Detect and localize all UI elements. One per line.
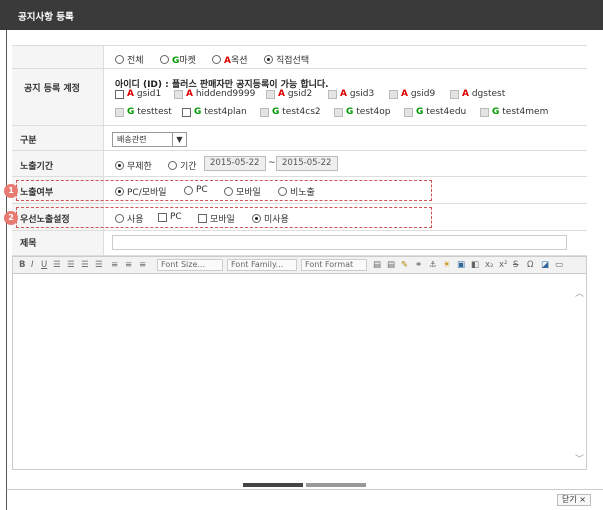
period-unlimited-radio[interactable]: 무제한 <box>115 159 152 172</box>
picture-icon[interactable]: ▣ <box>457 260 465 270</box>
align-justify-icon[interactable]: ☰ <box>95 260 103 270</box>
code-icon[interactable]: ◧ <box>471 260 479 270</box>
align-center-icon[interactable]: ☰ <box>67 260 75 270</box>
window-titlebar: 공지사항 등록 <box>0 0 603 30</box>
account-checkbox-testtest[interactable]: G testtest <box>115 107 172 118</box>
account-checkbox-gsid2[interactable]: A gsid2 <box>266 89 312 100</box>
bold-icon[interactable]: B <box>19 260 25 270</box>
exposure-badge: 1 <box>4 184 18 198</box>
numbered-list-2-icon[interactable]: ≡ <box>139 260 146 270</box>
account-checkbox-test4plan[interactable]: G test4plan <box>182 107 247 118</box>
indent-icon[interactable]: ▤ <box>373 260 381 270</box>
font-format-select[interactable]: Font Format <box>301 259 367 271</box>
subject-row: 제목 <box>12 231 587 256</box>
bottom-indicator[interactable] <box>306 483 366 487</box>
period-end-date[interactable]: 2015-05-22 <box>276 156 338 171</box>
account-checkbox-gsid1[interactable]: A gsid1 <box>115 89 161 100</box>
font-family-select[interactable]: Font Family... <box>227 259 297 271</box>
scroll-up-icon[interactable]: ︿ <box>575 286 584 299</box>
subject-input[interactable] <box>112 235 567 250</box>
period-label: 노출기간 <box>20 162 54 172</box>
html-icon[interactable]: ▭ <box>555 260 563 270</box>
clear-format-icon[interactable]: ◪ <box>541 260 549 270</box>
underline-icon[interactable]: U <box>41 260 47 270</box>
target-gmarket-radio[interactable]: G마켓 <box>160 53 196 66</box>
numbered-list-icon[interactable]: ≡ <box>125 260 132 270</box>
account-checkbox-gsid9[interactable]: A gsid9 <box>389 89 435 100</box>
account-checkbox-test4op[interactable]: G test4op <box>334 107 391 118</box>
editor-area[interactable]: ︿ ﹀ <box>12 274 587 470</box>
link-icon[interactable]: ✎ <box>401 260 408 270</box>
target-direct-radio[interactable]: 직접선택 <box>264 53 309 66</box>
footer-bar <box>6 489 603 510</box>
image-icon[interactable]: ☀ <box>443 260 451 270</box>
period-start-date[interactable]: 2015-05-22 <box>204 156 266 171</box>
unlink-icon[interactable]: ⚭ <box>415 260 422 270</box>
category-label: 구분 <box>20 136 37 146</box>
anchor-icon[interactable]: ⚓ <box>429 260 437 270</box>
account-row: 공지 등록 계정 아이디 (ID) : 플러스 판매자만 공지등록이 가능 합니… <box>12 69 587 126</box>
align-left-icon[interactable]: ☰ <box>53 260 61 270</box>
target-label <box>12 46 104 68</box>
exposure-highlight <box>16 180 432 201</box>
italic-icon[interactable]: I <box>31 260 34 270</box>
account-label: 공지 등록 계정 <box>24 84 80 94</box>
period-range-radio[interactable]: 기간 <box>168 159 197 172</box>
window-title: 공지사항 등록 <box>18 12 74 23</box>
bullet-list-icon[interactable]: ≡ <box>111 260 118 270</box>
target-all-radio[interactable]: 전체 <box>115 53 144 66</box>
scroll-down-icon[interactable]: ﹀ <box>575 452 584 465</box>
close-button[interactable]: 닫기 × <box>557 494 591 506</box>
period-separator: ~ <box>268 158 276 168</box>
special-char-icon[interactable]: Ω <box>527 260 534 270</box>
account-checkbox-gsid3[interactable]: A gsid3 <box>328 89 374 100</box>
account-checkbox-test4mem[interactable]: G test4mem <box>480 107 548 118</box>
subscript-icon[interactable]: x₂ <box>485 260 493 270</box>
font-size-select[interactable]: Font Size... <box>157 259 223 271</box>
align-right-icon[interactable]: ☰ <box>81 260 89 270</box>
target-row: 전체 G마켓 A옥션 직접선택 <box>12 45 587 69</box>
account-checkbox-dgstest[interactable]: A dgstest <box>450 89 505 100</box>
strikethrough-icon[interactable]: S <box>513 260 518 270</box>
account-checkbox-test4cs2[interactable]: G test4cs2 <box>260 107 321 118</box>
priority-highlight <box>16 207 432 228</box>
priority-badge: 2 <box>4 211 18 225</box>
account-checkbox-test4edu[interactable]: G test4edu <box>404 107 466 118</box>
outdent-icon[interactable]: ▤ <box>387 260 395 270</box>
editor-scrollbar[interactable]: ︿ ﹀ <box>572 274 586 469</box>
bottom-indicator-active[interactable] <box>243 483 303 487</box>
superscript-icon[interactable]: x² <box>499 260 507 270</box>
target-auction-radio[interactable]: A옥션 <box>212 53 248 66</box>
subject-label: 제목 <box>20 239 37 249</box>
period-row: 노출기간 무제한 기간 2015-05-22 ~ 2015-05-22 <box>12 151 587 177</box>
category-select[interactable]: 배송관련 ▼ <box>112 132 187 147</box>
category-row: 구분 배송관련 ▼ <box>12 126 587 151</box>
chevron-down-icon: ▼ <box>172 133 186 146</box>
editor-toolbar: B I U ☰ ☰ ☰ ☰ ≡ ≡ ≡ Font Size... Font Fa… <box>12 256 587 274</box>
account-checkbox-hiddend9999[interactable]: A hiddend9999 <box>174 89 255 100</box>
